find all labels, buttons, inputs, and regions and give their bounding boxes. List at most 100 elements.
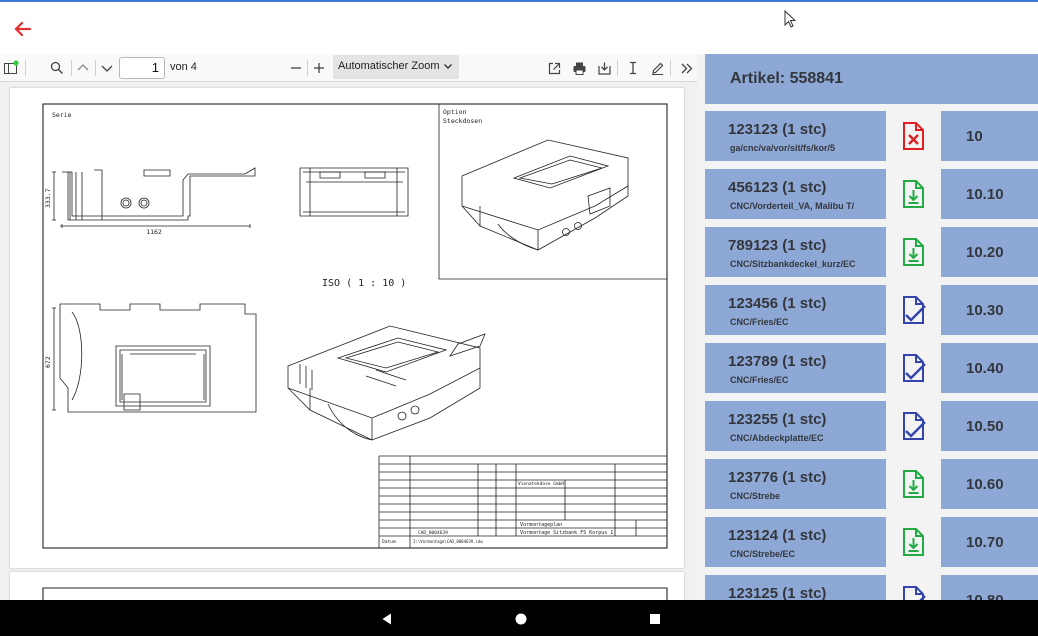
article-row-path: CNC/Vorderteil_VA, Malibu T/ [730,201,855,211]
article-row-title: 123125 (1 stc) [728,585,827,600]
article-row-path: CNC/Strebe [730,491,781,501]
article-row-info[interactable]: 123124 (1 stc) CNC/Strebe/EC [705,517,886,567]
article-row[interactable]: 123124 (1 stc) CNC/Strebe/EC 10.70 [705,517,1038,567]
chevron-down-icon [443,61,453,74]
article-row-step[interactable]: 10.30 [941,285,1038,335]
back-arrow-icon[interactable] [10,16,36,42]
article-row-path: CNC/Fries/EC [730,375,789,385]
article-row-step[interactable]: 10.10 [941,169,1038,219]
article-row[interactable]: 789123 (1 stc) CNC/Sitzbankdeckel_kurz/EC… [705,227,1038,277]
top-app-bar [0,0,1038,54]
article-row-path: CNC/Strebe/EC [730,549,796,559]
iso-scale-label: ISO ( 1 : 10 ) [322,278,406,289]
article-number: 558841 [789,70,843,87]
double-chevron-right-icon[interactable] [675,57,697,79]
toolbar-divider [25,60,26,76]
print-icon[interactable] [568,57,590,79]
label-serie: Serie [52,111,72,119]
article-row-path: CNC/Abdeckplatte/EC [730,433,824,443]
page-number-input[interactable]: 1 [119,57,165,79]
zoom-select[interactable]: Automatischer Zoom [333,55,459,79]
article-row-path: CNC/Fries/EC [730,317,789,327]
file-checked-icon[interactable] [898,352,928,384]
file-download-icon[interactable] [898,468,928,500]
article-row-step[interactable]: 10.70 [941,517,1038,567]
article-row[interactable]: 456123 (1 stc) CNC/Vorderteil_VA, Malibu … [705,169,1038,219]
article-row-path: CNC/Sitzbankdeckel_kurz/EC [730,259,856,269]
dimension-height: 333.7 [44,188,52,208]
article-row-step[interactable]: 10.20 [941,227,1038,277]
title-block-name: CAD_0004639 [418,530,448,536]
article-row-step[interactable]: 10.50 [941,401,1038,451]
article-label: Artikel: [730,70,786,87]
title-block-company: Vienatekdose GmbH [518,481,564,487]
save-download-icon[interactable] [593,57,615,79]
label-steckdosen: Steckdosen [443,117,482,125]
article-row-title: 123456 (1 stc) [728,295,827,312]
technical-drawing: Serie Option Steckdosen 1162 333.7 672 C… [42,103,668,549]
article-row-info[interactable]: 123776 (1 stc) CNC/Strebe [705,459,886,509]
article-row[interactable]: 123456 (1 stc) CNC/Fries/EC 10.30 [705,285,1038,335]
file-checked-icon[interactable] [898,410,928,442]
article-row-info[interactable]: 123456 (1 stc) CNC/Fries/EC [705,285,886,335]
dimension-width: 1162 [146,228,162,236]
chevron-down-icon[interactable] [96,57,118,79]
article-row[interactable]: 123125 (1 stc) 10.80 [705,575,1038,600]
zoom-in-icon[interactable] [308,57,330,79]
article-row-title: 123776 (1 stc) [728,469,827,486]
app-screen: 1 von 4 Automatischer Zoom Serie Option … [0,0,1038,636]
article-row-step[interactable]: 10.80 [941,575,1038,600]
article-row-info[interactable]: 123123 (1 stc) ga/cnc/va/vor/sit/fs/kor/5 [705,111,886,161]
title-block-title-2: Vormontage Sitzbank FS Korpus 1 [520,530,613,536]
text-select-icon[interactable] [622,57,644,79]
nav-back-icon[interactable] [380,612,394,626]
sidebar-toggle-icon[interactable] [0,57,22,79]
file-error-icon[interactable] [898,120,928,152]
article-row[interactable]: 123776 (1 stc) CNC/Strebe 10.60 [705,459,1038,509]
article-row-title: 123255 (1 stc) [728,411,827,428]
article-row-info[interactable]: 456123 (1 stc) CNC/Vorderteil_VA, Malibu … [705,169,886,219]
chevron-up-icon[interactable] [72,57,94,79]
file-download-icon[interactable] [898,236,928,268]
article-row-title: 123124 (1 stc) [728,527,827,544]
article-row-info[interactable]: 123125 (1 stc) [705,575,886,600]
title-block-date-label: Datum [382,539,396,545]
article-row-step[interactable]: 10.60 [941,459,1038,509]
search-icon[interactable] [46,57,68,79]
pdf-viewer: 1 von 4 Automatischer Zoom Serie Option … [0,54,697,600]
article-row-path: ga/cnc/va/vor/sit/fs/kor/5 [730,143,836,153]
pdf-page[interactable]: Serie Option Steckdosen 1162 333.7 672 C… [10,88,684,568]
file-checked-icon[interactable] [898,294,928,326]
open-external-icon[interactable] [543,57,565,79]
article-row-info[interactable]: 123255 (1 stc) CNC/Abdeckplatte/EC [705,401,886,451]
pen-annotate-icon[interactable] [646,57,668,79]
page-count-label: von 4 [170,61,197,73]
article-row[interactable]: 123123 (1 stc) ga/cnc/va/vor/sit/fs/kor/5… [705,111,1038,161]
article-row-step[interactable]: 10.40 [941,343,1038,393]
article-row-title: 123123 (1 stc) [728,121,827,138]
article-row-title: 789123 (1 stc) [728,237,827,254]
pdf-page-next[interactable] [10,572,684,600]
article-row-title: 456123 (1 stc) [728,179,827,196]
article-row-step[interactable]: 10 [941,111,1038,161]
toolbar-divider [617,60,618,76]
nav-recents-icon[interactable] [648,612,662,626]
article-row-title: 123789 (1 stc) [728,353,827,370]
toolbar-divider [670,60,671,76]
file-checked-icon[interactable] [898,584,928,600]
article-row[interactable]: 123255 (1 stc) CNC/Abdeckplatte/EC 10.50 [705,401,1038,451]
pdf-toolbar: 1 von 4 Automatischer Zoom [0,54,697,82]
title-block-title-1: Vormontageplan [520,522,562,528]
file-download-icon[interactable] [898,178,928,210]
article-row-info[interactable]: 789123 (1 stc) CNC/Sitzbankdeckel_kurz/EC [705,227,886,277]
system-navigation-bar [0,600,1038,636]
article-header: Artikel: 558841 [705,54,1038,104]
zoom-select-value: Automatischer Zoom [338,60,440,72]
nav-home-icon[interactable] [514,612,528,626]
zoom-out-icon[interactable] [285,57,307,79]
file-download-icon[interactable] [898,526,928,558]
article-row-info[interactable]: 123789 (1 stc) CNC/Fries/EC [705,343,886,393]
article-row[interactable]: 123789 (1 stc) CNC/Fries/EC 10.40 [705,343,1038,393]
title-block-path: I:\Vormontage\CAD_0004639.idw [413,539,483,544]
label-option: Option [443,108,467,116]
